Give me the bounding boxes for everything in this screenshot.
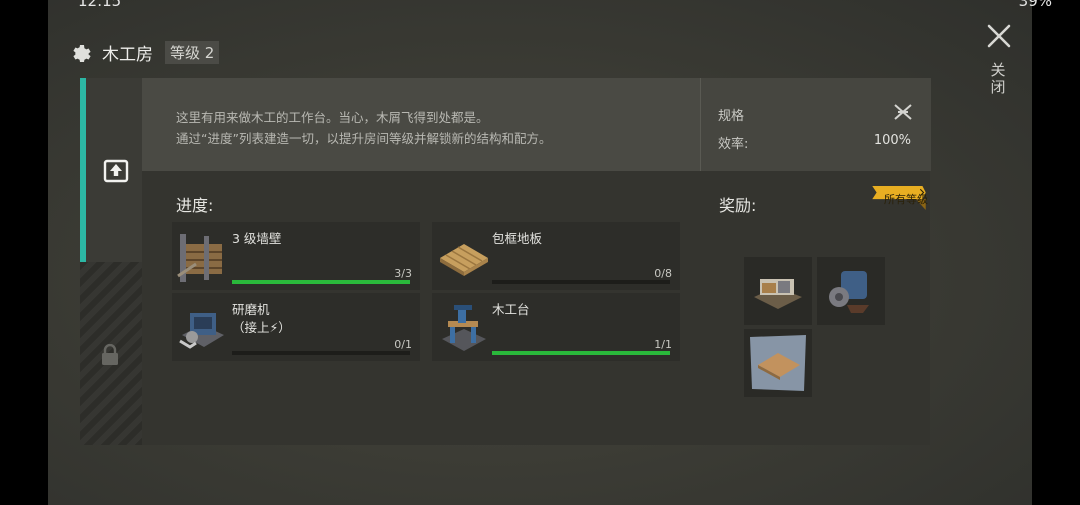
reward-item-blueprint[interactable]: [744, 329, 812, 397]
progress-item-name: 3 级墙壁: [232, 231, 282, 246]
progress-title: 进度:: [176, 196, 214, 215]
progress-item-floor[interactable]: 包框地板 0/8: [432, 222, 680, 290]
loom-icon: [754, 279, 802, 309]
reward-item-machine[interactable]: [817, 257, 885, 325]
progress-item-name: 木工台: [492, 302, 530, 317]
status-time: 12:15: [78, 0, 122, 10]
rewards-title: 奖励:: [719, 196, 757, 215]
progress-bar: [492, 351, 670, 355]
progress-bar: [492, 280, 670, 284]
progress-item-name: 研磨机 （接上⚡）: [232, 302, 291, 335]
room-header: 木工房 等级 2: [70, 40, 220, 65]
progress-bar: [232, 351, 410, 355]
wall-icon: [177, 234, 222, 282]
floor-icon: [440, 244, 488, 276]
lock-icon: [102, 344, 118, 365]
close-icon[interactable]: [985, 22, 1013, 50]
status-battery: 39%: [1018, 0, 1052, 10]
all-levels-label[interactable]: 所有等级: [884, 191, 928, 207]
progress-item-count: 1/1: [654, 338, 672, 351]
progress-item-name: 包框地板: [492, 231, 543, 246]
progress-item-grinder[interactable]: 研磨机 （接上⚡） 0/1: [172, 293, 420, 361]
progress-bar: [232, 280, 410, 284]
room-title: 木工房: [102, 45, 153, 65]
blueprint-icon: [750, 335, 806, 391]
progress-bar-fill: [232, 280, 410, 284]
room-level-badge: 等级 2: [165, 41, 220, 64]
progress-bar-fill: [492, 351, 670, 355]
workbench-icon: [442, 305, 486, 351]
reward-item-loom[interactable]: [744, 257, 812, 325]
room-size-icon: [894, 104, 912, 120]
grinder-icon: [179, 313, 224, 349]
machine-icon: [829, 271, 869, 313]
progress-item-count: 3/3: [394, 267, 412, 280]
progress-item-workbench[interactable]: 木工台 1/1: [432, 293, 680, 361]
tab-locked[interactable]: [80, 262, 142, 445]
upgrade-icon: [103, 159, 129, 183]
efficiency-label: 效率:: [718, 137, 749, 152]
room-description: 这里有用来做木工的工作台。当心，木屑飞得到处都是。 通过“进度”列表建造一切，以…: [176, 110, 552, 146]
gear-icon: [73, 44, 91, 62]
efficiency-value: 100%: [873, 133, 911, 148]
spec-label: 规格: [718, 109, 745, 124]
progress-item-count: 0/8: [654, 267, 672, 280]
progress-item-count: 0/1: [394, 338, 412, 351]
close-button-label[interactable]: 关闭: [990, 62, 1006, 96]
tab-upgrade[interactable]: [80, 78, 142, 262]
progress-item-wall[interactable]: 3 级墙壁 3/3: [172, 222, 420, 290]
spec-panel: [700, 78, 931, 171]
